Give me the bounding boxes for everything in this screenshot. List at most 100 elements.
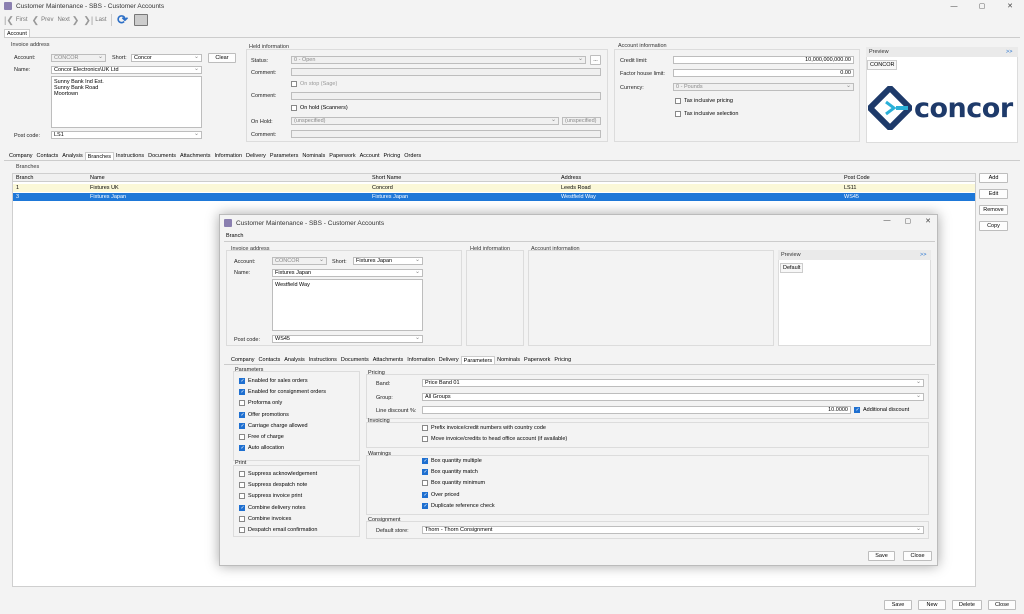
first-button[interactable]: |❮ First [4,15,28,26]
tax-inclusive-pricing-checkbox[interactable]: Tax inclusive pricing [675,98,733,104]
on-hold-scanners-checkbox[interactable]: On hold (Scanners) [291,105,348,111]
dialog-account-field[interactable]: CONCOR [272,257,327,265]
parameter-checkbox[interactable]: Enabled for sales orders [239,378,308,384]
address-textarea[interactable]: Sunny Bank Ind Est. Sunny Bank Road Moor… [51,76,202,128]
warning-option-checkbox[interactable]: Over priced [422,491,459,498]
close-window-button[interactable]: ✕ [996,0,1024,12]
on-hold-field[interactable]: (unspecified) [291,117,559,125]
additional-discount-checkbox[interactable]: Additional discount [854,407,909,413]
dialog-close-icon[interactable]: ✕ [925,217,931,225]
dialog-name-label: Name: [234,270,251,276]
warning-option-checkbox[interactable]: Duplicate reference check [422,502,495,509]
minimize-button[interactable]: — [940,0,968,12]
column-header-branch[interactable]: Branch [16,174,33,182]
add-branch-button[interactable]: Add [979,173,1008,183]
dialog-preview-expand-button[interactable]: >> [920,252,926,258]
comment-label-2: Comment: [251,93,277,99]
print-option-checkbox[interactable]: Suppress despatch note [239,482,307,489]
tax-inclusive-pricing-label: Tax inclusive pricing [684,98,733,104]
close-button[interactable]: Close [988,600,1016,610]
divider [224,241,935,242]
account-field[interactable]: CONCOR [51,54,106,62]
parameter-checkbox[interactable]: Offer promotions [239,411,289,418]
print-option-checkbox[interactable]: Suppress acknowledgement [239,471,317,477]
parameter-checkbox[interactable]: Auto allocation [239,445,284,452]
cell-address: Westfield Way [561,194,596,200]
on-hold-label: On Hold: [251,119,273,125]
invoice-address-title: Invoice address [11,42,50,48]
status-field[interactable]: 0 - Open [291,56,586,64]
warning-option-checkbox[interactable]: Box quantity minimum [422,480,485,487]
name-field[interactable]: Concor Electronics\UK Ltd [51,66,202,74]
concor-logo-icon [868,86,912,130]
dialog-minimize-button[interactable]: — [884,217,891,225]
app-icon [4,2,12,10]
checkbox-box [239,493,245,500]
postcode-field[interactable]: LS1 [51,131,202,139]
checkbox-box [239,445,245,452]
credit-limit-field[interactable]: 10,000,000,000.00 [673,56,854,64]
clear-button[interactable]: Clear [208,53,236,63]
edit-branch-button[interactable]: Edit [979,189,1008,199]
table-row-selected[interactable]: 3 Fixtures Japan Fixtures Japan Westfiel… [13,193,975,201]
warning-option-checkbox[interactable]: Box quantity match [422,469,478,476]
column-header-address[interactable]: Address [561,174,581,182]
checkbox-box [239,504,245,511]
invoicing-option-checkbox[interactable]: Prefix invoice/credit numbers with count… [422,425,546,431]
print-icon[interactable] [133,14,148,26]
parameter-checkbox[interactable]: Proforma only [239,400,282,407]
status-ellipsis-button[interactable]: ... [590,55,601,65]
print-option-checkbox[interactable]: Combine invoices [239,515,291,522]
print-option-checkbox[interactable]: Combine delivery notes [239,504,305,511]
comment-field-2[interactable] [291,92,601,100]
cell-short-name: Fixtures Japan [372,194,409,200]
parameter-checkbox[interactable]: Enabled for consignment orders [239,389,326,396]
group-select[interactable]: All Groups [422,393,924,401]
default-store-select[interactable]: Thorn - Thorn Consignment [422,526,924,534]
invoicing-option-checkbox[interactable]: Move invoice/credits to head office acco… [422,436,567,442]
dialog-address-textarea[interactable]: Westfield Way [272,279,423,331]
currency-field[interactable]: 0 - Pounds [673,83,854,91]
refresh-icon[interactable]: ⟳ [116,13,130,27]
delete-button[interactable]: Delete [952,600,982,610]
column-header-short-name[interactable]: Short Name [372,174,401,182]
tax-inclusive-selection-checkbox[interactable]: Tax inclusive selection [675,111,738,117]
next-button[interactable]: Next ❯ [57,15,79,26]
window-title: Customer Maintenance - SBS - Customer Ac… [16,2,165,10]
warning-option-checkbox[interactable]: Box quantity multiple [422,458,482,464]
dialog-preview-tab-default[interactable]: Default [780,263,804,273]
maximize-button[interactable]: ▢ [968,0,996,12]
line-discount-field[interactable]: 10.0000 [422,406,851,414]
parameter-checkbox[interactable]: Free of charge [239,434,284,440]
table-row[interactable]: 1 Fixtures UK Concord Leeds Road LS11 [13,184,975,192]
copy-branch-button[interactable]: Copy [979,221,1008,231]
remove-branch-button[interactable]: Remove [979,205,1008,215]
last-button[interactable]: ❯| Last [83,15,106,26]
band-select[interactable]: Price Band 01 [422,379,924,387]
dialog-postcode-field[interactable]: WS45 [272,335,423,343]
tab-branch[interactable]: Branch [226,233,243,239]
dialog-account-label: Account: [234,259,256,265]
preview-expand-button[interactable]: >> [1006,49,1012,55]
dialog-save-button[interactable]: Save [868,551,895,561]
dialog-maximize-button[interactable]: ▢ [905,217,912,225]
parameter-checkbox[interactable]: Carriage charge allowed [239,422,308,429]
short-field[interactable]: Concor [131,54,202,62]
new-button[interactable]: New [918,600,946,610]
print-option-checkbox[interactable]: Despatch email confirmation [239,527,317,533]
dialog-name-field[interactable]: Fixtures Japan [272,269,423,277]
preview-tab-concor[interactable]: CONCOR [867,60,898,70]
dialog-close-button[interactable]: Close [903,551,932,561]
prev-button[interactable]: ❮ Prev [32,15,54,26]
factor-house-limit-field[interactable]: 0.00 [673,69,854,77]
dialog-short-field[interactable]: Fixtures Japan [353,257,423,265]
print-option-checkbox[interactable]: Suppress invoice print [239,493,302,500]
comment-field[interactable] [291,68,601,76]
on-hold-secondary-field[interactable]: (unspecified) [562,117,601,125]
save-button[interactable]: Save [884,600,912,610]
column-header-post-code[interactable]: Post Code [844,174,870,182]
comment-field-3[interactable] [291,130,601,138]
column-header-name[interactable]: Name [90,174,105,182]
on-stop-checkbox[interactable]: On stop (Sage) [291,81,337,87]
additional-discount-label: Additional discount [863,407,910,413]
